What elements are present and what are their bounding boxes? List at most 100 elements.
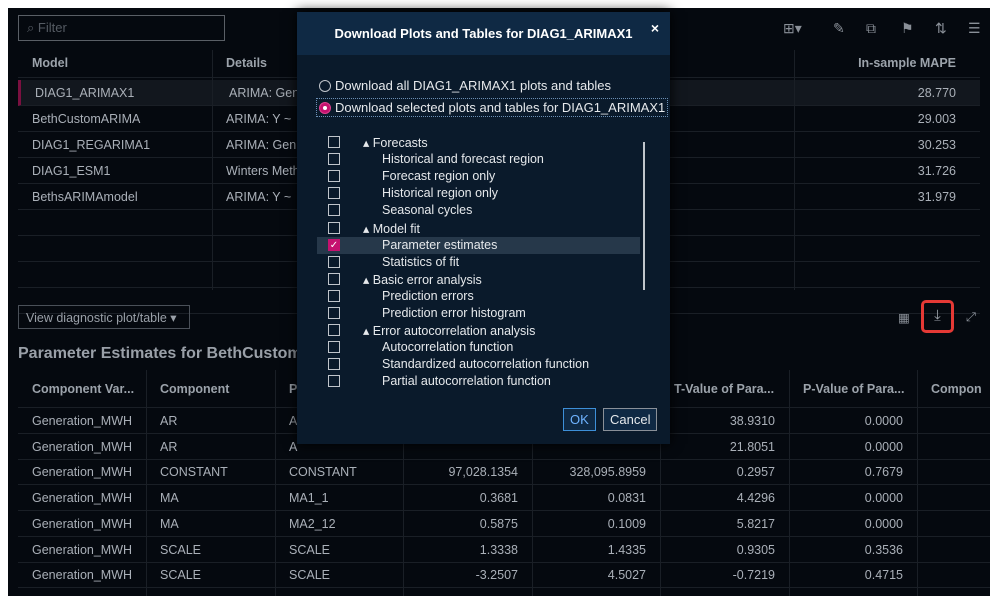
checkbox-icon[interactable] xyxy=(328,307,340,319)
table-row[interactable]: Generation_MWH SCALE SCALE -3.2507 4.5027 -0.… xyxy=(18,562,990,589)
checkbox-checked-icon[interactable]: ✓ xyxy=(328,238,340,251)
cell: Component Var... xyxy=(32,382,135,396)
cell: DIAG1_REGARIMA1 xyxy=(32,138,151,152)
cell: 38.9310 xyxy=(729,414,775,428)
checkbox-icon[interactable] xyxy=(328,170,340,183)
checkbox-item[interactable]: Historical region only xyxy=(317,185,640,202)
checkbox-item[interactable]: Forecast region only xyxy=(317,168,640,185)
cell: Details xyxy=(226,56,267,70)
table-row[interactable]: Generation_MWH SCALE SCALE 1.3338 1.4335 0.93… xyxy=(18,537,990,563)
column-divider xyxy=(212,50,213,290)
cell: 0.3536 xyxy=(864,542,903,557)
cell: BethCustomARIMA xyxy=(32,112,141,126)
ok-button[interactable]: OK xyxy=(563,408,596,431)
checkbox-item[interactable]: Partial autocorrelation function xyxy=(317,373,640,390)
checkbox-label: Standardized autocorrelation function xyxy=(382,357,590,372)
cell: Generation_MWH xyxy=(32,568,133,583)
cell: Generation_MWH xyxy=(32,542,133,557)
checkbox-item[interactable]: ▴ Forecasts xyxy=(317,134,640,151)
scrollbar[interactable] xyxy=(643,142,645,290)
grid-view-icon[interactable]: ▦ xyxy=(898,310,910,325)
radio-download-all[interactable]: Download all DIAG1_ARIMAX1 plots and tab… xyxy=(319,78,611,93)
checkbox-icon[interactable] xyxy=(328,187,340,200)
table-row[interactable]: Generation_MWH CONSTANT CONSTANT 97,028.135… xyxy=(18,459,990,486)
checkbox-icon[interactable] xyxy=(328,272,340,285)
checkbox-icon[interactable] xyxy=(328,358,340,371)
checkbox-item[interactable]: Prediction errors xyxy=(317,288,640,305)
checkbox-label: Autocorrelation function xyxy=(382,340,514,355)
cell: Winters Meth xyxy=(226,164,300,178)
checkbox-label: ▴ Basic error analysis xyxy=(363,272,482,287)
checkbox-icon[interactable] xyxy=(328,375,340,388)
cell: 1.4335 xyxy=(607,542,646,557)
checkbox-item[interactable]: Autocorrelation function xyxy=(317,339,640,356)
checkbox-item[interactable]: Prediction error histogram xyxy=(317,305,640,322)
copy-icon[interactable]: ⧉ xyxy=(866,20,876,37)
download-icon: ⤓ xyxy=(934,307,941,324)
cell: T-Value of Para... xyxy=(674,382,775,396)
cell: MA xyxy=(160,491,179,506)
checkbox-icon[interactable] xyxy=(328,289,340,302)
checkbox-item[interactable]: ▴ Error autocorrelation analysis xyxy=(317,322,640,339)
table-row[interactable]: Generation_MWH MA MA1_1 0.3681 0.0831 4.4296 0… xyxy=(18,485,990,512)
close-icon[interactable]: × xyxy=(651,20,659,36)
cell: 0.3681 xyxy=(479,491,518,506)
compare-icon[interactable]: ⇅ xyxy=(935,20,947,37)
edit-icon[interactable]: ✎ xyxy=(833,20,845,37)
column-divider xyxy=(146,370,147,596)
checkbox-item[interactable]: ✓ Parameter estimates xyxy=(317,236,640,254)
cell: 0.4715 xyxy=(864,568,903,583)
checkbox-icon[interactable] xyxy=(328,153,340,166)
checkbox-icon[interactable] xyxy=(328,341,340,354)
checkbox-item[interactable]: ▴ Model fit xyxy=(317,220,640,237)
bookmark-icon[interactable]: ⚑ xyxy=(901,20,914,37)
checkbox-label: ▴ Model fit xyxy=(363,221,420,236)
cell: Component xyxy=(160,382,230,396)
app: ⌕ Filter ⊞▾ ✎ ⧉ ⚑ ⇅ ☰ Model Details In-sam… xyxy=(8,8,990,596)
expand-icon[interactable]: ⤢ xyxy=(966,310,976,325)
cancel-button[interactable]: Cancel xyxy=(603,408,658,431)
cell: DIAG1_ARIMAX1 xyxy=(35,86,135,100)
cell: ARIMA: Gen xyxy=(229,86,300,100)
dialog-title: Download Plots and Tables for DIAG1_ARIM… xyxy=(334,26,633,41)
cell: 28.770 xyxy=(917,86,956,100)
checkbox-icon[interactable] xyxy=(328,204,340,217)
cell: P-Value of Para... xyxy=(803,382,905,396)
cell: AR xyxy=(160,439,178,454)
table-row[interactable]: Generation_MWH MA MA2_12 0.5875 0.1009 5.8217… xyxy=(18,511,990,537)
checkbox-item[interactable]: ▴ Basic error analysis xyxy=(317,271,640,288)
checkbox-item[interactable]: Statistics of fit xyxy=(317,254,640,271)
checkbox-item[interactable]: Seasonal cycles xyxy=(317,202,640,219)
checkbox-icon[interactable] xyxy=(328,136,340,148)
cell: 0.9305 xyxy=(736,542,775,557)
cell: Generation_MWH xyxy=(32,465,133,480)
cell: AR xyxy=(160,414,178,428)
cell: ARIMA: Y ~ xyxy=(226,112,292,126)
checkbox-icon[interactable] xyxy=(328,221,340,234)
filter-input[interactable]: ⌕ Filter xyxy=(18,15,225,41)
column-divider xyxy=(917,370,918,596)
checkbox-icon[interactable] xyxy=(328,324,340,337)
details-icon[interactable]: ☰ xyxy=(968,20,981,37)
cell: 1.3338 xyxy=(479,542,518,557)
cell: SCALE xyxy=(160,542,201,557)
cell: 31.726 xyxy=(917,164,956,178)
checkbox-item[interactable]: Historical and forecast region xyxy=(317,151,640,168)
checkbox-label: Prediction error histogram xyxy=(382,306,526,320)
cell: SCALE xyxy=(289,568,330,583)
cell: In-sample MAPE xyxy=(858,56,956,70)
cell: MA2_12 xyxy=(289,516,336,531)
cell: SCALE xyxy=(160,568,201,583)
add-chart-icon[interactable]: ⊞▾ xyxy=(783,20,802,37)
checkbox-icon[interactable] xyxy=(328,255,340,268)
radio-download-selected[interactable]: Download selected plots and tables for D… xyxy=(315,98,669,117)
cell: 5.8217 xyxy=(736,516,775,531)
cell: Model xyxy=(32,56,69,70)
download-button[interactable]: ⤓ xyxy=(921,300,954,333)
radio-label: Download selected plots and tables for D… xyxy=(335,100,666,115)
view-diagnostic-select[interactable]: View diagnostic plot/table ▾ xyxy=(18,305,190,329)
checkbox-item[interactable]: Standardized autocorrelation function xyxy=(317,356,640,373)
cell: CONSTANT xyxy=(289,465,357,480)
column-divider xyxy=(275,370,276,596)
cell: SCALE xyxy=(289,542,330,557)
